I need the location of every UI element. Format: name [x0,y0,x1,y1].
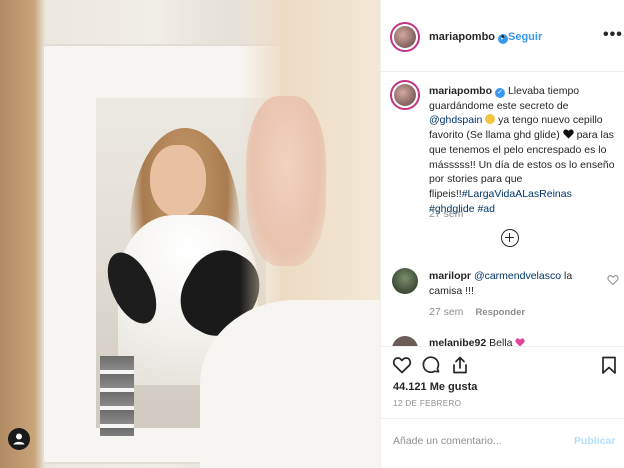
comment-like-heart-icon[interactable] [607,274,619,286]
comment-body: Bella [486,337,513,346]
reply-button[interactable]: Responder [475,307,525,318]
black-heart-emoji-icon [562,129,574,139]
avatar[interactable] [390,80,420,110]
caption-mention[interactable]: @ghdspain [429,114,482,126]
publish-button[interactable]: Publicar [574,435,615,447]
comment-text: marilopr @carmendvelasco la camisa !!! [429,269,599,298]
more-options-icon[interactable]: ••• [603,26,623,44]
verified-check-icon: ✓ [495,88,506,98]
caption-time[interactable]: 27 sem [429,208,463,220]
bookmark-icon[interactable] [599,355,619,375]
caption-text: mariapombo ✓ Llevaba tiempo guardándome e… [429,84,615,216]
caption-username[interactable]: mariapombo [429,85,492,97]
comment-username[interactable]: marilopr [429,270,471,282]
comment-mention[interactable]: @carmendvelasco [474,270,561,282]
follow-button[interactable]: Seguir [508,31,542,43]
comment-input[interactable] [393,432,563,450]
share-icon[interactable] [450,355,470,375]
post-side-panel: mariapombo ✓ • Seguir ••• mariapombo ✓ Lle… [380,0,624,468]
comment-username[interactable]: melanibe92 [429,337,486,346]
load-more-comments-icon[interactable] [501,229,519,247]
post-header: mariapombo ✓ • Seguir ••• [381,0,624,72]
pink-heart-emoji-icon [515,338,525,346]
add-comment-bar: Publicar [381,418,624,468]
comment-bubble-icon[interactable] [421,355,441,375]
avatar[interactable] [392,336,418,346]
like-heart-icon[interactable] [392,355,412,375]
comment-time[interactable]: 27 sem [429,306,463,318]
image-photo-strip [100,356,134,436]
comment-meta: 27 sem Responder [429,306,525,318]
likes-count[interactable]: 44.121 Me gusta [393,381,477,393]
avatar[interactable] [392,268,418,294]
image-face [150,145,206,217]
post-image[interactable] [0,0,380,468]
header-username[interactable]: mariapombo ✓ [429,31,509,44]
blush-emoji-icon [485,114,496,125]
tagged-users-icon[interactable] [8,428,30,450]
image-foreground-hand [246,96,326,266]
avatar[interactable] [390,22,420,52]
post-actions: 44.121 Me gusta 12 DE FEBRERO Publicar [381,346,624,468]
image-foreground-shoulder [200,300,380,468]
header-separator: • [501,31,505,43]
comment-text: melanibe92 Bella [429,336,525,346]
post-date[interactable]: 12 DE FEBRERO [393,399,461,408]
comment-item: melanibe92 Bella [381,334,624,346]
